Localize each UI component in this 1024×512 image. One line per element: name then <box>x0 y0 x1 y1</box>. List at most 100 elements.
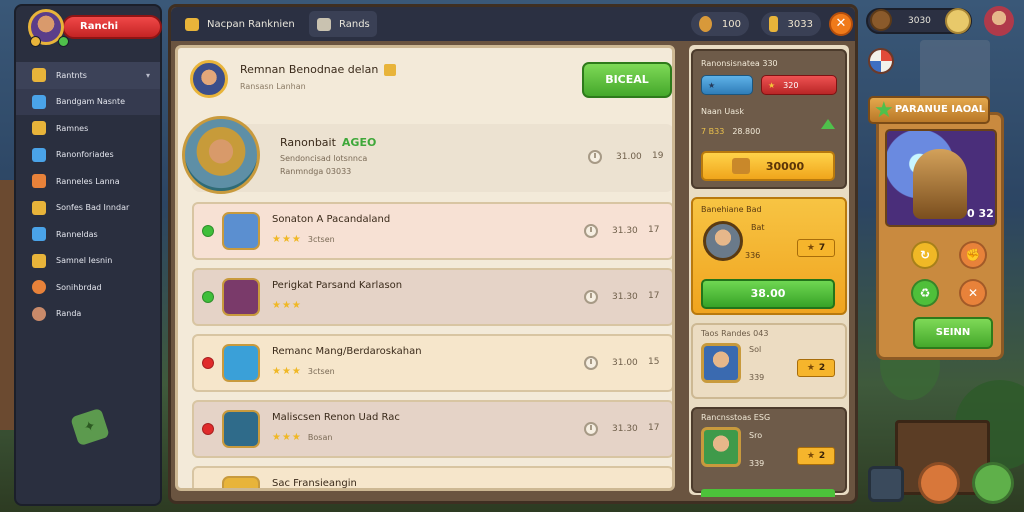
recycle-icon[interactable]: ♻ <box>911 279 939 307</box>
hero-avatar <box>703 221 743 261</box>
timer: 31.30 <box>584 290 638 304</box>
timer: 31.30 <box>584 224 638 238</box>
star-rating: ★★★ 3ctsen <box>272 234 335 245</box>
list-item[interactable]: Remanc Mang/Berdaroskahan ★★★ 3ctsen 31.0… <box>192 334 672 392</box>
star-pill[interactable]: ★ <box>701 75 753 95</box>
sticker-icon[interactable]: ✦ <box>70 407 110 447</box>
status-dot-icon <box>202 357 214 369</box>
sidebar-item-label: Ranneldas <box>56 229 98 239</box>
quest-title: Perigkat Parsand Karlason <box>272 280 403 291</box>
quest-title: Sac Fransieangin <box>272 478 357 489</box>
timer-value: 31.00 <box>612 358 638 368</box>
sidebar-item-label: Samnel Iesnin <box>56 256 113 266</box>
quest-title: Remanc Mang/Berdaroskahan <box>272 346 422 357</box>
monitor-icon <box>32 94 46 109</box>
featured-title-wrap: Ranonbait AGEO <box>280 136 376 149</box>
hero-level: 0 32 <box>967 207 994 220</box>
close-button[interactable]: ✕ <box>829 12 853 36</box>
sidebar-item[interactable]: Ramnes <box>16 115 160 142</box>
gem-icon <box>769 16 778 32</box>
tag-value: 2 <box>818 363 826 373</box>
inventory-button[interactable] <box>868 466 904 502</box>
timer-value: 31.30 <box>612 292 638 302</box>
sidebar-item-label: Sonihbrdad <box>56 282 102 292</box>
hero-level: 336 <box>745 251 761 260</box>
sidebar-item[interactable]: Sonihbrdad <box>16 274 160 301</box>
folder-icon <box>32 68 46 83</box>
currency-value: 3033 <box>787 18 813 30</box>
featured-accent: AGEO <box>341 136 377 149</box>
sidebar-item[interactable]: Rantnts ▾ <box>16 62 160 89</box>
pencil-icon <box>32 121 46 136</box>
timer: 31.00 <box>584 356 638 370</box>
player-header[interactable]: Ranchi <box>22 8 162 48</box>
hero-level: 339 <box>749 373 765 382</box>
hero-level: 339 <box>749 459 765 468</box>
tab-label: Rands <box>339 18 370 30</box>
price-tag[interactable]: ★ 7 <box>797 239 835 257</box>
ball-icon[interactable] <box>868 48 894 74</box>
clock-icon <box>584 290 598 304</box>
offers-column: Ranonsisnatea 330 ★ ★ 320 Naan Uask 7 B3… <box>689 45 849 497</box>
quest-title: Sonaton A Pacandaland <box>272 214 391 225</box>
list-item[interactable]: Sac Fransieangin <box>192 466 672 489</box>
featured-desc: Sendoncisad lotsnnca <box>280 154 368 163</box>
flag-icon <box>32 200 46 215</box>
sidebar-item[interactable]: Ranneldas <box>16 221 160 248</box>
currency-value: 100 <box>721 18 741 30</box>
leaf-button[interactable] <box>972 462 1014 504</box>
quest-list-panel: Remnan Benodnae delan Ransasn Lanhan BIC… <box>175 45 675 491</box>
document-icon <box>32 147 46 162</box>
sidebar-item-label: Ramnes <box>56 123 89 133</box>
avatar[interactable] <box>190 60 228 98</box>
sidebar-item[interactable]: Sonfes Bad Inndar <box>16 195 160 222</box>
sidebar-item[interactable]: Bandgam Nasnte <box>16 88 160 115</box>
reward-value: 320 <box>783 80 799 90</box>
refresh-icon[interactable]: ↻ <box>911 241 939 269</box>
hero-offer-box: Taos Randes 043 Sol 339 ★ 2 <box>691 323 847 399</box>
hero-portrait[interactable]: 0 32 <box>885 129 997 227</box>
star-rating: ★★★ 3ctsen <box>272 366 335 377</box>
chevron-down-icon[interactable]: ▾ <box>146 71 150 80</box>
featured-quest[interactable]: Ranonbait AGEO Sendoncisad lotsnnca Ranmn… <box>182 116 672 194</box>
tab-rands[interactable]: Rands <box>309 11 377 37</box>
tab-rankings[interactable]: Nacpan Ranknien <box>177 11 307 37</box>
main-panel: Nacpan Ranknien Rands 100 3033 ✕ Remnan … <box>168 4 858 504</box>
list-item[interactable]: Perigkat Parsand Karlason ★★★ 31.30 17 <box>192 268 672 326</box>
sidebar-item[interactable]: Ranonforiades <box>16 142 160 169</box>
player-name[interactable]: Ranchi <box>62 15 162 39</box>
fist-icon[interactable]: ✊ <box>959 241 987 269</box>
stars-label: 3ctsen <box>307 367 335 376</box>
house-icon <box>32 227 46 242</box>
sidebar-item[interactable]: Randa <box>16 301 160 328</box>
status-dot-icon <box>202 291 214 303</box>
resource-box: Ranonsisnatea 330 ★ ★ 320 Naan Uask 7 B3… <box>691 49 847 189</box>
price-tag[interactable]: ★ 2 <box>797 359 835 377</box>
sidebar-item[interactable]: Ranneles Lanna <box>16 168 160 195</box>
save-button[interactable]: SEINN <box>913 317 993 349</box>
sidebar-item-label: Ranneles Lanna <box>56 176 120 186</box>
clock-icon <box>588 150 602 164</box>
list-item[interactable]: Maliscsen Renon Uad Rac ★★★ Bosan 31.30 1… <box>192 400 672 458</box>
list-item[interactable]: Sonaton A Pacandaland ★★★ 3ctsen 31.30 17 <box>192 202 672 260</box>
star-button[interactable] <box>918 462 960 504</box>
swords-icon[interactable]: ✕ <box>959 279 987 307</box>
currency-gold[interactable]: 100 <box>691 12 749 36</box>
profile-row: Remnan Benodnae delan Ransasn Lanhan BIC… <box>178 48 672 114</box>
sidebar-item[interactable]: Samnel Iesnin <box>16 248 160 275</box>
avatar[interactable] <box>945 8 971 34</box>
currency-gems[interactable]: 3033 <box>761 12 821 36</box>
purchase-button[interactable]: 38.00 <box>701 279 835 309</box>
hero-figure <box>913 149 967 219</box>
reward-pill[interactable]: ★ 320 <box>761 75 837 95</box>
select-button[interactable]: BICEAL <box>582 62 672 98</box>
hero-portrait-icon[interactable] <box>984 6 1014 36</box>
gold-coin-icon <box>699 16 712 32</box>
sidebar-menu: Rantnts ▾ Bandgam Nasnte Ramnes Ranonfor… <box>16 62 160 327</box>
price-tag[interactable]: ★ 2 <box>797 447 835 465</box>
hero-name: Sol <box>749 345 762 354</box>
box-label: Naan Uask <box>701 107 744 116</box>
buy-gold-button[interactable]: 30000 <box>701 151 835 181</box>
stat-row: 7 B33 28.800 <box>701 127 760 136</box>
sidebar-item-label: Sonfes Bad Inndar <box>56 203 130 213</box>
